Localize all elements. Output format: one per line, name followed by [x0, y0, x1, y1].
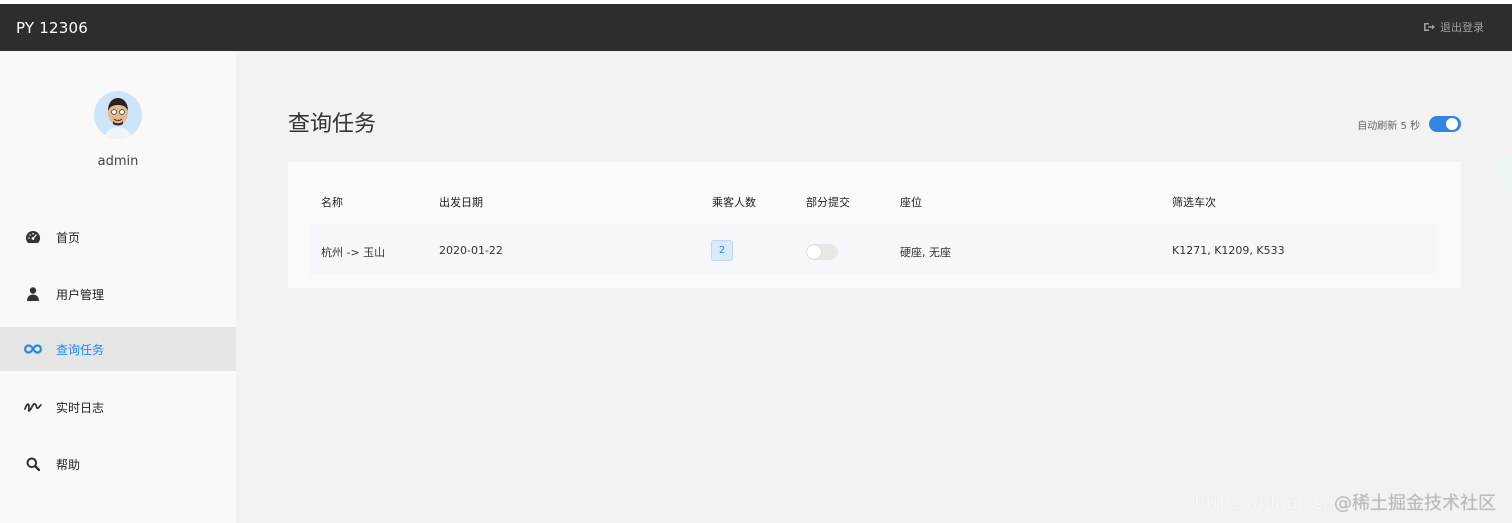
task-trains-cell: K1271, K1209, K533 [1172, 244, 1285, 257]
auto-refresh-label: 自动刷新 5 秒 [1357, 120, 1420, 132]
column-header-name: 名称 [321, 196, 343, 209]
auto-refresh-toggle[interactable] [1429, 116, 1461, 132]
column-header-partial-submit: 部分提交 [806, 196, 850, 209]
sidebar-item-label: 用户管理 [56, 287, 105, 302]
sidebar-item-label: 实时日志 [56, 400, 105, 415]
task-date-cell: 2020-01-22 [439, 244, 503, 257]
partial-submit-toggle[interactable] [806, 244, 838, 260]
sidebar-item-label: 查询任务 [56, 342, 105, 357]
column-header-trains: 筛选车次 [1172, 196, 1216, 209]
watermark-cn: @稀土掘金技术社区 [1334, 493, 1496, 514]
brand-title[interactable]: PY 12306 [16, 19, 88, 37]
sidebar-item-label: 帮助 [56, 457, 81, 472]
infinity-icon [24, 340, 42, 358]
watermark: https://blog.csd@稀土掘金技术社区 [1194, 489, 1496, 515]
sidebar-item-users[interactable]: 用户管理 [0, 272, 236, 316]
username: admin [97, 154, 139, 169]
watermark-url: https://blog.csd [1194, 493, 1334, 514]
page-title: 查询任务 [288, 112, 377, 137]
sidebar-item-realtime-log[interactable]: 实时日志 [0, 385, 236, 429]
logout-link[interactable]: 退出登录 [1423, 19, 1484, 35]
column-header-passengers: 乘客人数 [712, 196, 756, 209]
task-name-cell: 杭州 -> 玉山 [321, 246, 386, 259]
sidebar-item-label: 首页 [56, 230, 81, 245]
edge-scroll-indicator [1500, 155, 1512, 193]
avatar [94, 91, 142, 139]
dashboard-icon [24, 228, 42, 246]
tasks-table-card: 名称 出发日期 乘客人数 部分提交 座位 筛选车次 杭州 -> 玉山 2020-… [288, 162, 1461, 288]
auto-refresh: 自动刷新 5 秒 [1357, 116, 1461, 132]
passenger-count-badge: 2 [711, 240, 733, 261]
logout-label: 退出登录 [1440, 21, 1484, 34]
top-navbar: PY 12306 退出登录 [0, 0, 1512, 51]
user-icon [24, 285, 42, 303]
column-header-seats: 座位 [900, 196, 922, 209]
search-icon [24, 455, 42, 473]
sidebar-item-home[interactable]: 首页 [0, 215, 236, 259]
sidebar-item-help[interactable]: 帮助 [0, 442, 236, 486]
signal-icon [24, 398, 42, 416]
sign-out-icon [1424, 23, 1435, 31]
sidebar: admin 首页 用户管理 查询任务 实时日志 帮助 [0, 51, 236, 523]
column-header-date: 出发日期 [439, 196, 483, 209]
sidebar-item-query-tasks[interactable]: 查询任务 [0, 327, 236, 371]
task-seats-cell: 硬座, 无座 [900, 246, 951, 259]
